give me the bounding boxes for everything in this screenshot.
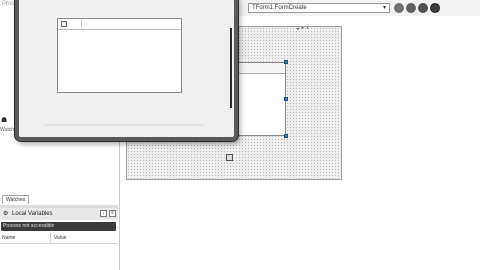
debug-icons[interactable]: ☗ <box>1 116 7 124</box>
locals-options-button[interactable]: ≡ <box>109 210 116 217</box>
selection-handle[interactable] <box>284 134 288 138</box>
selection-handle[interactable] <box>284 97 288 101</box>
tool-button-1[interactable] <box>394 3 404 13</box>
local-variables-icon: ⚙ <box>3 211 9 217</box>
running-form-window[interactable] <box>15 0 238 141</box>
column-name[interactable]: Name <box>2 235 15 241</box>
tool-button-3[interactable] <box>418 3 428 13</box>
event-selector[interactable]: TForm1.FormCreate ▾ <box>248 3 390 13</box>
local-variables-title: Local Variables <box>12 211 53 217</box>
checkbox-icon[interactable] <box>61 21 67 27</box>
designer-listview[interactable] <box>232 62 286 136</box>
chevron-down-icon[interactable]: ▾ <box>381 5 388 11</box>
event-selector-value: TForm1.FormCreate <box>252 5 307 11</box>
column-value[interactable]: Value <box>54 235 66 241</box>
column-divider[interactable] <box>50 233 51 243</box>
selection-handle[interactable] <box>284 60 288 64</box>
tool-button-4[interactable] <box>430 3 440 13</box>
watches-label-fragment: Watch <box>0 127 14 133</box>
locals-process-select-value: Process not accessible <box>3 223 55 229</box>
locals-down-button[interactable]: ↓ <box>100 210 107 217</box>
nonvisual-component-icon[interactable] <box>226 154 233 161</box>
column-separator[interactable] <box>81 19 82 29</box>
tab-watches[interactable]: Watches <box>2 195 30 204</box>
window-edge <box>230 28 232 108</box>
locals-column-header: Name Value <box>0 233 118 244</box>
form-listview[interactable] <box>57 18 182 93</box>
tool-button-2[interactable] <box>406 3 416 13</box>
designer-listview-header <box>233 63 285 74</box>
designer-caption-icons[interactable]: ◒◓◔ <box>296 26 310 32</box>
form-listview-header <box>58 19 181 30</box>
locals-process-select[interactable]: Process not accessible <box>1 222 116 231</box>
local-variables-header: ⚙ Local Variables ↓ ≡ <box>0 208 118 220</box>
window-bottom-highlight <box>44 124 204 126</box>
